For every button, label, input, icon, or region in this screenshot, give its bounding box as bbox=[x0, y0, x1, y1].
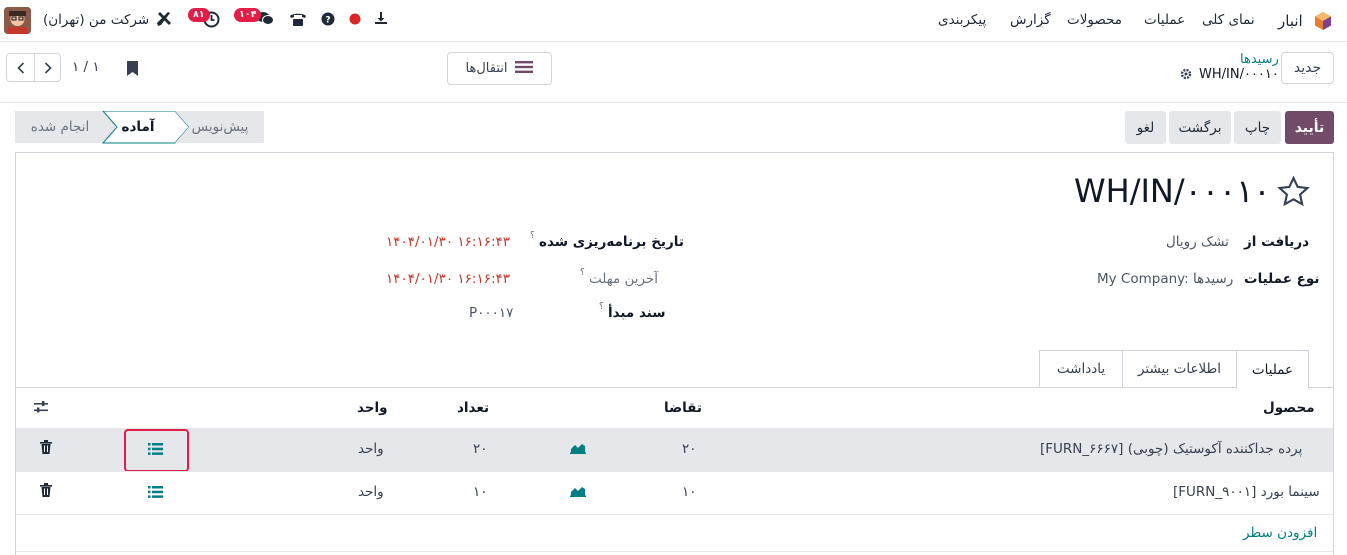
new-button[interactable]: جدید bbox=[1281, 52, 1334, 84]
menu-configuration[interactable]: پیکربندی bbox=[938, 12, 986, 28]
download-icon[interactable] bbox=[374, 11, 388, 29]
bookmark-icon[interactable] bbox=[126, 60, 139, 81]
pager-value[interactable]: ۱ / ۱ bbox=[72, 59, 100, 75]
user-avatar[interactable] bbox=[4, 7, 31, 34]
status-ready[interactable]: آماده bbox=[112, 111, 164, 143]
tools-icon[interactable] bbox=[156, 11, 172, 31]
status-draft[interactable]: پیش‌نویس bbox=[180, 111, 260, 143]
row-quantity[interactable]: ۱۰ bbox=[473, 484, 488, 500]
column-header-product[interactable]: محصول bbox=[1263, 400, 1315, 416]
gear-icon[interactable] bbox=[1180, 68, 1192, 84]
favorite-star-icon[interactable] bbox=[1277, 175, 1310, 211]
return-button[interactable]: برگشت bbox=[1169, 111, 1231, 144]
add-line-link[interactable]: افزودن سطر bbox=[1243, 525, 1317, 541]
receive-from-value[interactable]: تشک رویال bbox=[1166, 234, 1229, 250]
receive-from-label: دریافت از bbox=[1244, 234, 1310, 250]
menu-products[interactable]: محصولات bbox=[1067, 12, 1122, 28]
messages-badge: ۱۰۴ bbox=[234, 8, 262, 22]
breadcrumb-current-record: WH/IN/۰۰۰۱۰ bbox=[1199, 67, 1279, 82]
control-divider bbox=[0, 102, 1347, 103]
details-list-icon[interactable] bbox=[148, 486, 163, 502]
forecast-chart-icon[interactable] bbox=[570, 485, 586, 501]
source-document-value[interactable]: P۰۰۰۱۷ bbox=[469, 305, 513, 321]
forecast-chart-icon[interactable] bbox=[570, 442, 586, 458]
row-product[interactable]: [FURN_۶۶۶۷] پرده جداکننده آکوستیک (چوبی) bbox=[1040, 441, 1302, 457]
help-tooltip-icon[interactable]: ؟ bbox=[530, 231, 535, 241]
pager-next-button[interactable] bbox=[34, 53, 61, 82]
chevron-right-icon bbox=[44, 61, 52, 74]
company-switcher[interactable]: شرکت من (تهران) bbox=[43, 12, 149, 28]
tab-additional-info[interactable]: اطلاعات بیشتر bbox=[1122, 350, 1237, 387]
column-header-demand[interactable]: تقاضا bbox=[664, 400, 702, 416]
list-bars-icon bbox=[515, 60, 534, 78]
column-header-quantity[interactable]: تعداد bbox=[457, 400, 489, 416]
chevron-left-icon bbox=[16, 61, 24, 74]
add-line-row: افزودن سطر bbox=[16, 514, 1333, 552]
top-navbar: انبار نمای کلی عملیات محصولات گزارش پیکر… bbox=[0, 0, 1347, 42]
delete-trash-icon[interactable] bbox=[40, 483, 52, 501]
row-quantity[interactable]: ۲۰ bbox=[473, 441, 488, 457]
column-header-unit[interactable]: واحد bbox=[357, 400, 388, 416]
cancel-button[interactable]: لغو bbox=[1125, 111, 1166, 144]
activities-badge: ۸۱ bbox=[188, 8, 210, 22]
details-list-icon[interactable] bbox=[148, 443, 163, 459]
table-row[interactable]: [FURN_۶۶۶۷] پرده جداکننده آکوستیک (چوبی)… bbox=[16, 428, 1333, 472]
scheduled-date-value[interactable]: ۱۴۰۴/۰۱/۳۰ ۱۶:۱۶:۴۳ bbox=[386, 234, 510, 250]
source-document-label: سند مبدأ bbox=[608, 305, 666, 321]
deadline-value: ۱۴۰۴/۰۱/۳۰ ۱۶:۱۶:۴۳ bbox=[386, 271, 510, 287]
tab-note[interactable]: یادداشت bbox=[1039, 350, 1123, 387]
breadcrumb-receipts-link[interactable]: رسیدها bbox=[1240, 52, 1279, 67]
help-tooltip-icon[interactable]: ؟ bbox=[580, 268, 585, 278]
table-row[interactable]: [FURN_۹۰۰۱] سینما بورد ۱۰ ۱۰ واحد bbox=[16, 471, 1333, 514]
status-done[interactable]: انجام شده bbox=[20, 111, 100, 143]
menu-operations[interactable]: عملیات bbox=[1144, 12, 1185, 28]
column-settings-sliders-icon[interactable] bbox=[34, 400, 48, 418]
delete-trash-icon[interactable] bbox=[40, 440, 52, 458]
row-unit[interactable]: واحد bbox=[358, 484, 384, 500]
print-button[interactable]: چاپ bbox=[1234, 111, 1281, 144]
phone-icon[interactable] bbox=[289, 11, 307, 31]
record-title: WH/IN/۰۰۰۱۰ bbox=[1074, 172, 1271, 210]
row-unit[interactable]: واحد bbox=[358, 441, 384, 457]
svg-text:?: ? bbox=[325, 16, 330, 26]
deadline-label: آخرین مهلت bbox=[589, 271, 659, 287]
scheduled-date-label: تاریخ برنامه‌ریزی شده bbox=[539, 234, 684, 250]
menu-overview[interactable]: نمای کلی bbox=[1202, 12, 1255, 28]
pager-previous-button[interactable] bbox=[6, 53, 35, 82]
row-demand[interactable]: ۲۰ bbox=[682, 441, 697, 457]
tab-operations[interactable]: عملیات bbox=[1236, 350, 1309, 389]
help-tooltip-icon[interactable]: ؟ bbox=[599, 302, 604, 312]
app-name[interactable]: انبار bbox=[1278, 12, 1303, 30]
operation-type-label: نوع عملیات bbox=[1244, 271, 1320, 287]
recording-dot-icon[interactable] bbox=[349, 13, 361, 29]
inventory-app-icon[interactable] bbox=[1313, 11, 1333, 31]
menu-reporting[interactable]: گزارش bbox=[1010, 12, 1051, 28]
validate-button[interactable]: تأیید bbox=[1285, 111, 1334, 144]
transfers-button-label: انتقال‌ها bbox=[465, 61, 508, 76]
operation-type-value[interactable]: My Company: رسیدها bbox=[1097, 271, 1233, 287]
help-circle-icon[interactable]: ? bbox=[321, 12, 335, 30]
row-product[interactable]: [FURN_۹۰۰۱] سینما بورد bbox=[1173, 484, 1320, 500]
transfers-button[interactable]: انتقال‌ها bbox=[447, 52, 552, 85]
row-demand[interactable]: ۱۰ bbox=[682, 484, 697, 500]
tabs-divider bbox=[16, 387, 1333, 388]
